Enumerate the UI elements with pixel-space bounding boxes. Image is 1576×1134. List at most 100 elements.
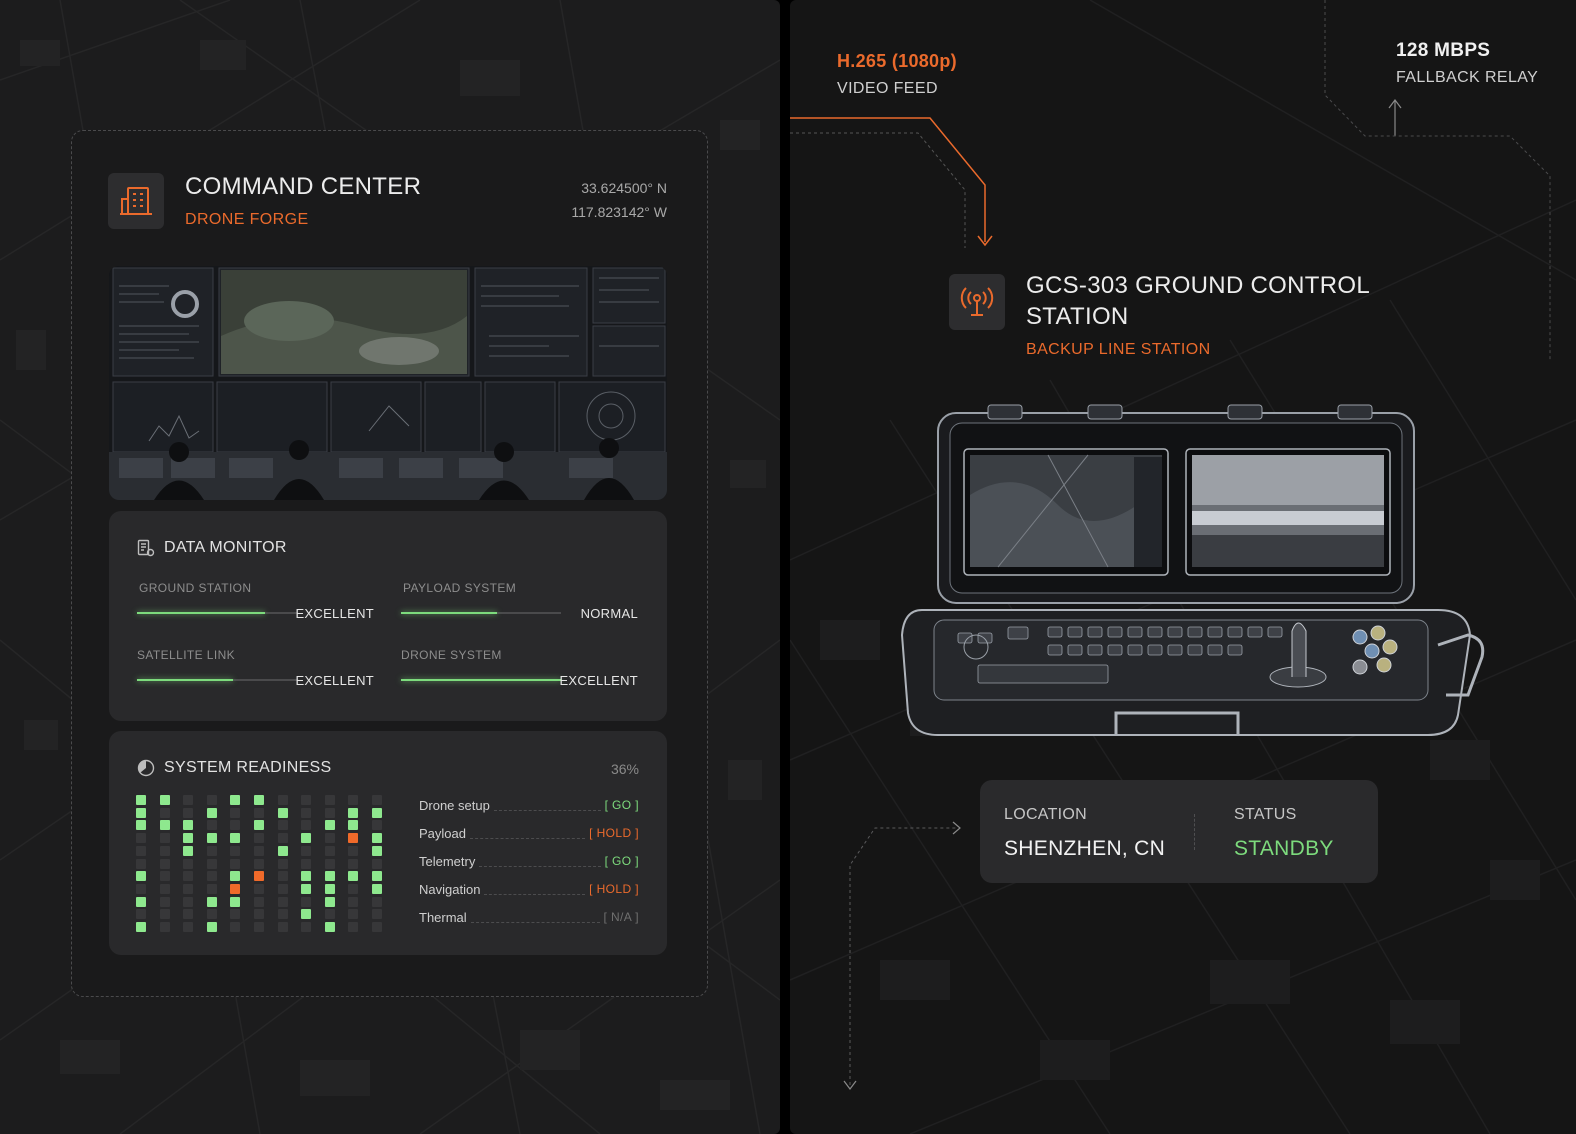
ground-control-case-image	[898, 395, 1494, 750]
readiness-dot	[136, 922, 146, 932]
readiness-dot	[206, 833, 217, 844]
location-status-card: LOCATION SHENZHEN, CN STATUS STANDBY	[980, 780, 1378, 883]
check-state: [ GO ]	[604, 854, 639, 868]
readiness-dot	[183, 871, 194, 882]
readiness-dot	[254, 896, 264, 907]
metric-bar	[401, 679, 561, 681]
divider	[1194, 814, 1195, 850]
system-readiness-header: SYSTEM READINESS	[137, 759, 332, 777]
check-state: [ HOLD ]	[589, 826, 639, 840]
control-room-image	[109, 266, 667, 500]
location-value: SHENZHEN, CN	[1004, 837, 1166, 860]
readiness-dot	[277, 833, 288, 844]
system-readiness-title: SYSTEM READINESS	[164, 759, 332, 776]
readiness-dot	[254, 922, 264, 932]
check-name: Navigation	[419, 881, 481, 897]
readiness-dot	[348, 896, 359, 907]
readiness-dot	[324, 883, 335, 894]
readiness-dot	[254, 795, 264, 805]
location-label: LOCATION	[1004, 806, 1088, 823]
right-panel: H.265 (1080p) VIDEO FEED 128 MBPS FALLBA…	[790, 0, 1576, 1134]
command-center-subtitle: DRONE FORGE	[185, 211, 309, 228]
readiness-dot	[183, 883, 194, 894]
readiness-dot	[301, 845, 312, 856]
video-feed-label: VIDEO FEED	[837, 80, 938, 97]
status-value: STANDBY	[1234, 837, 1334, 860]
readiness-dot	[206, 896, 217, 907]
metric-value: EXCELLENT	[295, 606, 374, 621]
database-monitor-icon	[137, 539, 155, 557]
readiness-dot	[301, 883, 312, 894]
readiness-dot	[230, 833, 241, 844]
left-panel: COMMAND CENTER DRONE FORGE 33.624500° N …	[0, 0, 780, 1134]
readiness-dot	[301, 858, 312, 869]
readiness-dot	[254, 845, 264, 856]
data-monitor-title: DATA MONITOR	[164, 539, 287, 556]
fallback-relay-label: FALLBACK RELAY	[1396, 69, 1539, 86]
metric-fill	[401, 679, 561, 681]
check-state: [ GO ]	[604, 798, 639, 812]
readiness-dot	[277, 858, 288, 869]
readiness-dot	[301, 820, 312, 831]
readiness-dot	[206, 845, 217, 856]
check-name: Thermal	[419, 909, 467, 925]
check-state: [ HOLD ]	[589, 882, 639, 896]
readiness-dot	[348, 795, 359, 805]
readiness-dot	[277, 795, 288, 805]
readiness-dot	[324, 871, 335, 882]
readiness-dot	[348, 833, 359, 844]
readiness-dot	[254, 883, 264, 894]
readiness-dot	[324, 845, 335, 856]
video-feed-value: H.265 (1080p)	[837, 51, 957, 71]
readiness-dot	[230, 922, 241, 932]
metric-bar	[137, 679, 297, 681]
video-feed-connector	[790, 117, 986, 242]
readiness-dot	[254, 807, 264, 818]
readiness-dot	[136, 795, 146, 805]
readiness-dot	[230, 858, 241, 869]
readiness-dot	[159, 896, 170, 907]
readiness-dot	[324, 858, 335, 869]
readiness-dot	[324, 896, 335, 907]
readiness-dot	[230, 820, 241, 831]
metric-bar	[401, 612, 561, 614]
data-monitor-header: DATA MONITOR	[137, 539, 287, 557]
metric-fill	[137, 679, 233, 681]
readiness-dot	[206, 909, 217, 920]
readiness-dot	[159, 858, 170, 869]
latitude-readout: 33.624500° N	[581, 180, 667, 196]
readiness-dot	[136, 896, 146, 907]
check-navigation: Navigation [ HOLD ]	[419, 879, 639, 899]
readiness-dot	[183, 795, 194, 805]
metric-fill	[401, 612, 497, 614]
command-center-title: COMMAND CENTER	[185, 173, 422, 200]
readiness-dot	[230, 896, 241, 907]
readiness-dot	[159, 833, 170, 844]
ground-station-subtitle: BACKUP LINE STATION	[1026, 341, 1211, 358]
readiness-dot	[206, 922, 217, 932]
metric-label: SATELLITE LINK	[137, 648, 236, 662]
leader-line	[479, 865, 601, 867]
readiness-dot	[277, 896, 288, 907]
readiness-dot	[301, 909, 312, 920]
readiness-dot	[277, 820, 288, 831]
building-icon	[108, 173, 164, 229]
readiness-dot	[136, 909, 146, 920]
check-telemetry: Telemetry [ GO ]	[419, 851, 639, 871]
readiness-dot-grid	[136, 795, 406, 932]
readiness-dot	[277, 845, 288, 856]
readiness-dot	[136, 883, 146, 894]
readiness-dot	[183, 845, 194, 856]
readiness-dot	[206, 820, 217, 831]
longitude-readout: 117.823142° W	[571, 204, 667, 220]
readiness-dot	[324, 833, 335, 844]
readiness-dot	[183, 858, 194, 869]
readiness-dot	[372, 833, 382, 844]
metric-value: NORMAL	[580, 606, 638, 621]
readiness-dot	[230, 883, 241, 894]
check-thermal: Thermal [ N/A ]	[419, 907, 639, 927]
readiness-dot	[183, 833, 194, 844]
readiness-dot	[206, 883, 217, 894]
readiness-dot	[183, 807, 194, 818]
readiness-dot	[230, 807, 241, 818]
